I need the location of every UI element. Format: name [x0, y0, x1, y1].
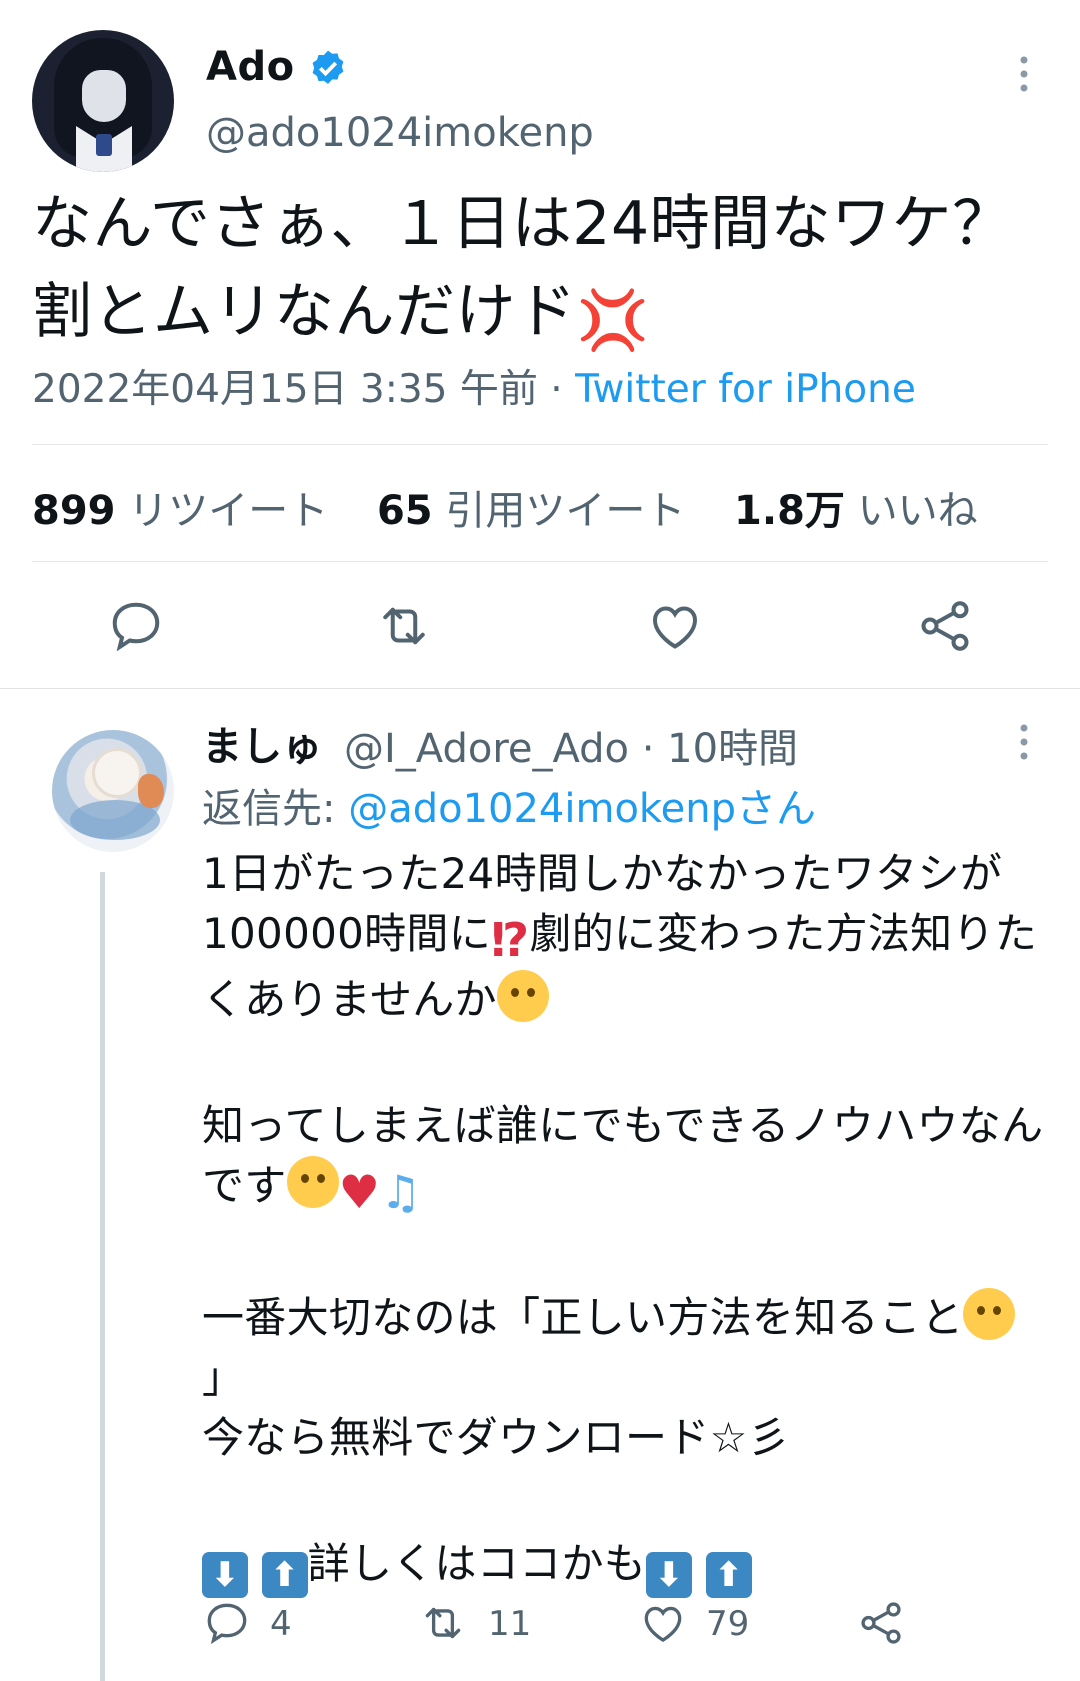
section-divider — [0, 688, 1080, 689]
reply-avatar[interactable] — [52, 730, 174, 852]
likes-stat[interactable]: 1.8万 いいね — [734, 488, 978, 534]
reply-more-options-icon[interactable] — [1016, 722, 1032, 762]
replying-to: 返信先: @ado1024imokenpさん — [202, 776, 816, 834]
up-arrow-icon: ⬆ — [705, 1552, 752, 1598]
down-arrow-icon: ⬇ — [646, 1552, 693, 1598]
divider — [32, 444, 1048, 445]
replying-prefix: 返信先: — [202, 786, 336, 832]
reply-reply-count: 4 — [270, 1604, 292, 1644]
like-icon[interactable] — [645, 596, 705, 656]
more-options-icon[interactable] — [1016, 54, 1032, 94]
reply-line: 今なら無料でダウンロード☆彡 — [202, 1413, 790, 1462]
reply-reply-icon[interactable] — [202, 1598, 252, 1648]
thread-line — [100, 872, 105, 1681]
retweets-stat[interactable]: 899 リツイート — [32, 488, 328, 534]
reply-retweet-count: 11 — [488, 1604, 532, 1644]
exclamation-question-icon: ⁉ — [491, 913, 530, 967]
reply-share-icon[interactable] — [856, 1598, 906, 1648]
steam-face-icon — [963, 1288, 1016, 1340]
divider — [32, 561, 1048, 562]
tweet-text: なんでさぁ、１日は24時間なワケ？割とムリなんだけド💢 — [32, 180, 1032, 364]
retweet-icon[interactable] — [374, 596, 434, 656]
star-struck-icon — [496, 970, 549, 1022]
quotes-stat[interactable]: 65 引用ツイート — [377, 488, 685, 534]
reply-text: 1日がたった24時間しかなかったワタシが100000時間に⁉劇的に変わった方法知… — [202, 844, 1052, 1598]
reply-line: 詳しくはココかも — [307, 1539, 647, 1588]
tweet-source[interactable]: Twitter for iPhone — [575, 367, 916, 412]
music-notes-icon: ♫ — [380, 1165, 422, 1219]
share-icon[interactable] — [915, 596, 975, 656]
avatar[interactable] — [32, 30, 174, 172]
replying-to-handle[interactable]: @ado1024imokenpさん — [348, 786, 816, 832]
reply-retweet-icon[interactable] — [418, 1598, 468, 1648]
tweet-meta: 2022年04月15日 3:35 午前 · Twitter for iPhone — [32, 358, 916, 414]
winking-face-icon — [286, 1156, 339, 1208]
down-arrow-icon: ⬇ — [202, 1552, 248, 1598]
author-handle[interactable]: @ado1024imokenp — [206, 110, 594, 156]
reply-author-handle-time[interactable]: @I_Adore_Ado · 10時間 — [344, 716, 798, 774]
tweet-datetime[interactable]: 2022年04月15日 3:35 午前 — [32, 367, 538, 412]
reply-icon[interactable] — [106, 596, 166, 656]
reply-like-count: 79 — [706, 1604, 750, 1644]
up-arrow-icon: ⬆ — [261, 1552, 308, 1598]
tweet-stats: 899 リツイート 65 引用ツイート 1.8万 いいね — [32, 478, 978, 536]
heart-icon: ♥ — [338, 1165, 381, 1219]
reply-line: 一番大切なのは「正しい方法を知ること — [202, 1293, 964, 1342]
tweet-text-content: なんでさぁ、１日は24時間なワケ？割とムリなんだけド — [32, 189, 1013, 347]
reply-like-icon[interactable] — [638, 1598, 688, 1648]
reply-line: 」 — [202, 1353, 245, 1402]
reply-author-name[interactable]: ましゅ — [202, 714, 322, 772]
author-name[interactable]: Ado — [206, 44, 295, 90]
meta-separator: · — [550, 367, 563, 412]
anger-symbol-icon: 💢 — [576, 286, 650, 354]
verified-badge-icon — [312, 50, 344, 84]
